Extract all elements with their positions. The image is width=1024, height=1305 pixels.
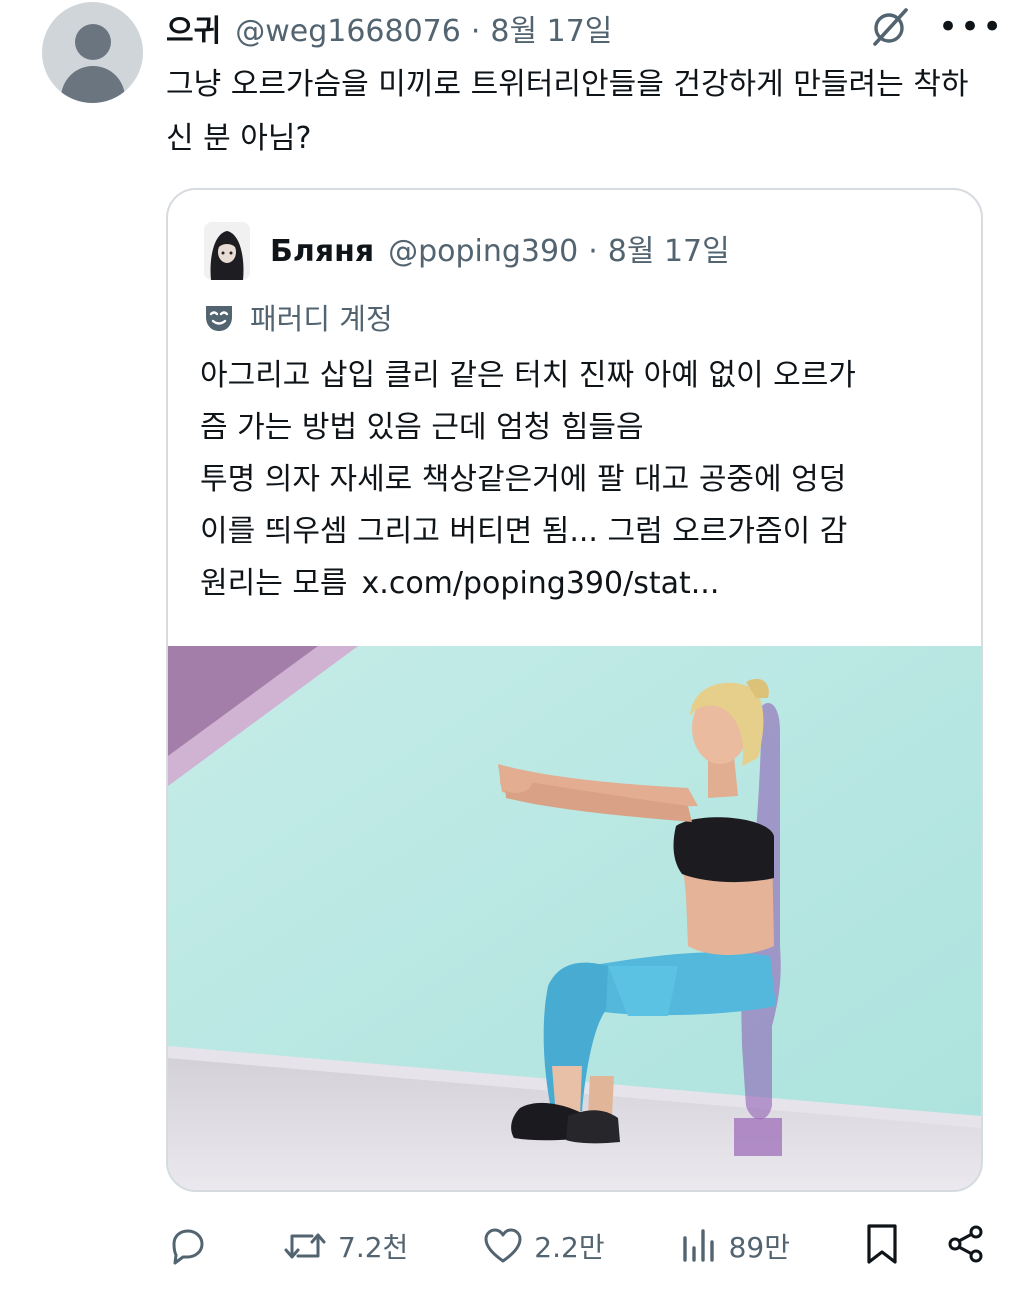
quoted-link[interactable]: x.com/poping390/stat... xyxy=(362,566,720,601)
display-name[interactable]: 으귀 xyxy=(166,6,221,50)
tweet-text: 그냥 오르가슴을 미끼로 트위터리안들을 건강하게 만들려는 착하신 분 아님? xyxy=(166,67,969,156)
quoted-text-line: 원리는 모름 x.com/poping390/stat... xyxy=(200,558,960,610)
parody-label-text: 패러디 계정 xyxy=(250,302,393,336)
quoted-tweet[interactable]: Бляня @poping390 · 8월 17일 패러디 계정 아그리고 삽입… xyxy=(166,188,983,1192)
user-handle[interactable]: @weg1668076 xyxy=(235,14,461,49)
views-button[interactable]: 89만 xyxy=(679,1226,790,1266)
tweet-date[interactable]: 8월 17일 xyxy=(490,6,612,50)
quoted-text-last: 원리는 모름 xyxy=(200,566,348,601)
reply-icon xyxy=(166,1226,208,1266)
tweet-actions: 7.2천 2.2만 89만 xyxy=(166,1218,986,1274)
mask-icon xyxy=(202,300,236,334)
share-icon[interactable] xyxy=(946,1224,986,1268)
like-count: 2.2만 xyxy=(534,1231,605,1264)
reply-button[interactable] xyxy=(166,1226,208,1266)
quoted-display-name[interactable]: Бляня xyxy=(270,234,374,269)
views-count: 89만 xyxy=(728,1231,790,1264)
quoted-text-line: 투명 의자 자세로 책상같은거에 팔 대고 공중에 엉덩 xyxy=(200,462,847,497)
quoted-text-line: 즘 가는 방법 있음 근데 엄청 힘들음 xyxy=(200,410,644,445)
retweet-icon xyxy=(282,1226,328,1266)
parody-account-label: 패러디 계정 xyxy=(202,296,393,338)
quoted-avatar[interactable] xyxy=(204,222,250,280)
tweet-top-actions: ••• xyxy=(868,6,1004,48)
quoted-handle[interactable]: @poping390 xyxy=(388,234,578,269)
heart-icon xyxy=(482,1226,524,1266)
like-button[interactable]: 2.2만 xyxy=(482,1226,605,1266)
more-icon[interactable]: ••• xyxy=(938,8,1004,46)
retweet-count: 7.2천 xyxy=(338,1231,409,1264)
avatar[interactable] xyxy=(42,2,143,103)
bookmark-icon[interactable] xyxy=(864,1222,900,1270)
tweet-actions-right xyxy=(864,1222,986,1270)
quoted-text-line: 아그리고 삽입 클리 같은 터치 진짜 아예 없이 오르가 xyxy=(200,358,856,393)
tweet-header: 으귀 @weg1668076 · 8월 17일 xyxy=(166,6,612,49)
views-icon xyxy=(679,1226,719,1266)
quoted-date[interactable]: 8월 17일 xyxy=(608,226,730,270)
separator-dot: · xyxy=(470,14,481,49)
quoted-text-line: 이를 띄우셈 그리고 버티면 됨... 그럼 오르가즘이 감 xyxy=(200,514,848,549)
grok-icon[interactable] xyxy=(868,6,912,48)
retweet-button[interactable]: 7.2천 xyxy=(282,1226,408,1266)
quoted-header: Бляня @poping390 · 8월 17일 xyxy=(270,226,730,270)
quoted-photo[interactable] xyxy=(168,646,981,1190)
quoted-text: 아그리고 삽입 클리 같은 터치 진짜 아예 없이 오르가 즘 가는 방법 있음… xyxy=(200,350,960,610)
separator-dot: · xyxy=(588,234,598,269)
